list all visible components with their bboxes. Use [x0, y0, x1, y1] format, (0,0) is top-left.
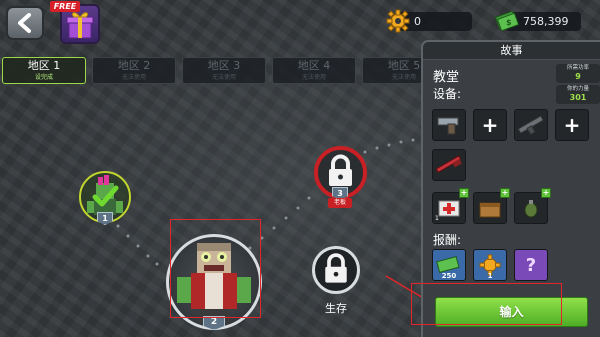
ammo-crate-icon: [479, 202, 501, 218]
reward-mystery: ?: [514, 249, 548, 281]
add-icon: +: [541, 188, 551, 198]
game-map: FREE 0 758,399 $ 地区 1 设完成 地区 2 无法使用 地区 3…: [0, 0, 600, 337]
reward-gear: 1: [473, 249, 507, 281]
rewards-label: 报酬:: [433, 233, 462, 247]
consumable-count: 1: [435, 215, 439, 222]
stat-label: 所需功率: [566, 65, 589, 71]
equipment-slot-shotgun[interactable]: [432, 149, 466, 181]
pistol-icon: [437, 117, 459, 135]
consumable-slot-medkit[interactable]: + 1: [432, 188, 469, 224]
equipment-slot-empty[interactable]: +: [555, 109, 589, 141]
grenade-icon: [524, 200, 538, 218]
required-power: 所需功率 9: [556, 64, 600, 83]
question-mark-icon: ?: [525, 254, 537, 276]
free-badge: FREE: [50, 1, 80, 12]
add-icon: +: [500, 188, 510, 198]
reward-amount: 1: [487, 272, 493, 280]
stat-label: 你的力量: [566, 86, 589, 92]
plus-icon: +: [563, 113, 581, 137]
shotgun-icon: [435, 155, 462, 174]
rifle-icon: [517, 115, 544, 136]
consumable-slot-grenade[interactable]: +: [514, 188, 551, 224]
medkit-icon: [438, 200, 460, 217]
enter-highlight: [411, 283, 562, 325]
panel-title: 故事: [423, 42, 600, 60]
equipment-slot-rifle[interactable]: [514, 109, 548, 141]
stat-value: 9: [575, 72, 581, 81]
equipment-slot-empty[interactable]: +: [473, 109, 507, 141]
location-name: 教堂: [433, 70, 460, 85]
reward-amount: 250: [441, 272, 457, 280]
equipment-label: 设备:: [433, 87, 462, 101]
add-icon: +: [459, 188, 469, 198]
equipment-slot-pistol[interactable]: [432, 109, 466, 141]
plus-icon: +: [481, 113, 499, 137]
consumable-slot-crate[interactable]: +: [473, 188, 510, 224]
your-power: 你的力量 301: [556, 85, 600, 104]
stat-value: 301: [569, 93, 587, 102]
reward-cash: 250: [432, 249, 466, 281]
